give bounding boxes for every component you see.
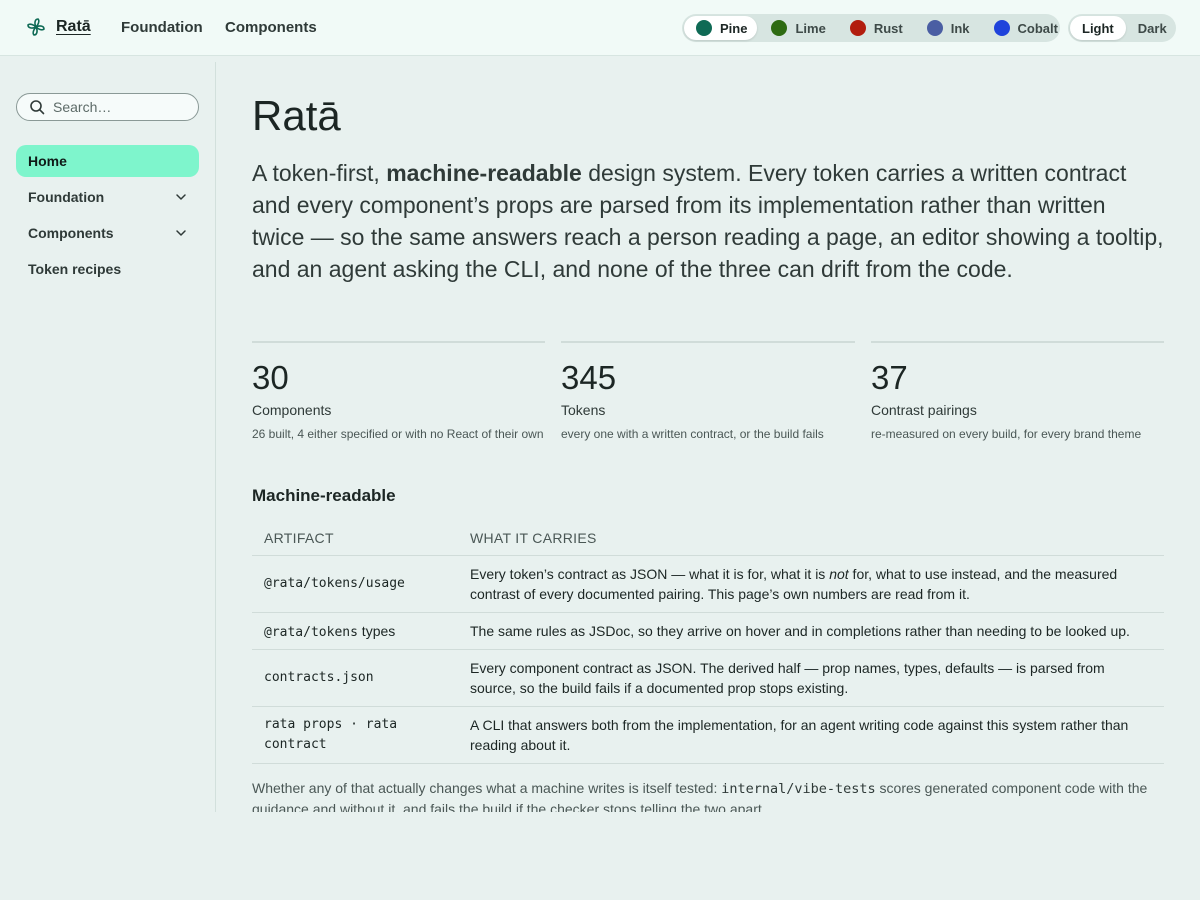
stat-label: Tokens: [561, 402, 606, 418]
section-title: Machine-readable: [252, 486, 396, 505]
sidebar-item-label: Components: [28, 225, 114, 241]
theme-option-label: Lime: [795, 20, 826, 36]
sidebar-item-token-recipes[interactable]: Token recipes: [16, 253, 199, 285]
stat-value: 37: [871, 359, 908, 396]
column-header-what-it-carries: WHAT IT CARRIES: [470, 530, 597, 546]
theme-option-label: Pine: [720, 20, 748, 36]
main-content: Ratā A token-first, machine-readable des…: [252, 62, 1164, 812]
stat-label: Components: [252, 402, 332, 418]
color-mode-switcher: Light Dark: [1068, 14, 1176, 42]
sidebar-item-label: Foundation: [28, 189, 105, 205]
stat-note: every one with a written contract, or th…: [561, 427, 824, 441]
sidebar-item-foundation[interactable]: Foundation: [16, 181, 199, 213]
artifacts-table: ARTIFACT WHAT IT CARRIES @rata/tokens/us…: [252, 519, 1164, 764]
table-header: ARTIFACT WHAT IT CARRIES: [252, 519, 1164, 556]
rata-logo-icon: [27, 18, 45, 36]
brand-home-link[interactable]: Ratā: [26, 17, 91, 37]
pine-swatch-icon: [696, 20, 712, 36]
cobalt-swatch-icon: [993, 20, 1010, 36]
description-cell: Every token’s contract as JSON — what it…: [470, 564, 1150, 604]
theme-option-ink[interactable]: Ink: [915, 16, 980, 40]
sidebar: Home Foundation Components Token recipes: [0, 62, 216, 812]
stat-note: 26 built, 4 either specified or with no …: [252, 427, 544, 441]
chevron-down-icon[interactable]: [175, 227, 187, 239]
artifact-cell: @rata/tokens/usage: [264, 574, 454, 594]
theme-option-rust[interactable]: Rust: [838, 16, 913, 40]
sidebar-item-components[interactable]: Components: [16, 217, 199, 249]
stat-value: 30: [252, 359, 289, 396]
page-lede: A token-first, machine-readable design s…: [252, 157, 1164, 285]
table-row: @rata/tokens types The same rules as JSD…: [252, 613, 1164, 650]
search-icon: [30, 100, 45, 115]
search-box[interactable]: [16, 93, 199, 121]
stat-label: Contrast pairings: [871, 402, 977, 418]
search-input[interactable]: [53, 99, 193, 115]
sidebar-item-label: Token recipes: [28, 261, 122, 277]
footnote-code: internal/vibe-tests: [721, 781, 876, 797]
description-cell: A CLI that answers both from the impleme…: [470, 715, 1150, 755]
column-header-artifact: ARTIFACT: [264, 530, 334, 546]
sidebar-item-home[interactable]: Home: [16, 145, 199, 177]
lime-swatch-icon: [771, 20, 788, 36]
nav-components[interactable]: Components: [225, 19, 317, 36]
description-cell: The same rules as JSDoc, so they arrive …: [470, 621, 1150, 641]
description-text: Every component contract as JSON. The de…: [470, 660, 1105, 696]
stat-value: 345: [561, 359, 617, 396]
description-emphasis: not: [829, 566, 849, 582]
stat-components: 30 Components 26 built, 4 either specifi…: [252, 341, 545, 441]
theme-option-label: Ink: [950, 20, 970, 36]
mode-option-dark[interactable]: Dark: [1126, 16, 1179, 40]
theme-option-lime[interactable]: Lime: [759, 16, 835, 40]
chevron-down-icon[interactable]: [175, 191, 187, 203]
artifact-code: @rata/tokens: [264, 625, 358, 640]
rust-swatch-icon: [849, 20, 866, 36]
brand-theme-switcher: Pine Lime Rust Ink Cobalt: [682, 14, 1060, 42]
theme-option-label: Cobalt: [1017, 20, 1058, 36]
stat-note: re-measured on every build, for every br…: [871, 427, 1142, 441]
theme-option-cobalt[interactable]: Cobalt: [982, 16, 1068, 40]
sidebar-item-label: Home: [28, 153, 67, 169]
mode-option-light[interactable]: Light: [1070, 16, 1126, 40]
stat-contrast-pairings: 37 Contrast pairings re-measured on ever…: [871, 341, 1164, 441]
ink-swatch-icon: [926, 20, 943, 36]
description-text: Every token’s contract as JSON — what it…: [470, 566, 830, 582]
table-row: @rata/tokens/usage Every token’s contrac…: [252, 556, 1164, 613]
lede-emphasis: machine-readable: [386, 160, 582, 186]
artifact-suffix: types: [357, 623, 396, 639]
top-bar: Ratā Foundation Components Pine Lime Rus…: [0, 0, 1200, 56]
lede-text: A token-first,: [252, 160, 387, 186]
stat-tokens: 345 Tokens every one with a written cont…: [561, 341, 855, 441]
footnote-text: Whether any of that actually changes wha…: [252, 780, 722, 796]
nav-foundation[interactable]: Foundation: [121, 19, 203, 36]
theme-option-pine[interactable]: Pine: [684, 16, 758, 40]
artifact-code: @rata/tokens/usage: [264, 576, 405, 591]
artifact-cell: rata props · rata contract: [264, 715, 434, 755]
artifact-cell: contracts.json: [264, 668, 454, 688]
theme-option-label: Rust: [873, 20, 903, 36]
artifact-code: contracts.json: [264, 670, 374, 685]
page-title: Ratā: [252, 92, 341, 139]
brand-name: Ratā: [56, 18, 91, 35]
description-text: The same rules as JSDoc, so they arrive …: [470, 623, 1130, 639]
table-row: rata props · rata contract A CLI that an…: [252, 707, 1164, 764]
description-cell: Every component contract as JSON. The de…: [470, 658, 1150, 698]
table-row: contracts.json Every component contract …: [252, 650, 1164, 707]
footnote: Whether any of that actually changes wha…: [252, 778, 1164, 812]
artifact-code: rata props · rata contract: [264, 717, 398, 752]
description-text: A CLI that answers both from the impleme…: [470, 717, 1129, 753]
